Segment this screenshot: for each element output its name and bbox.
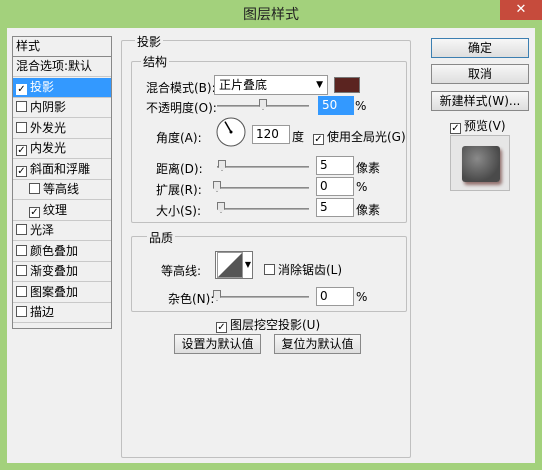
style-item[interactable]: ✓ 斜面和浮雕 — [13, 160, 111, 180]
preview-checkbox[interactable]: ✓ 预览(V) — [450, 117, 506, 134]
noise-unit: % — [356, 290, 368, 304]
style-item-checkbox[interactable]: ✓ — [29, 206, 40, 218]
global-light-check[interactable]: ✓ — [313, 134, 324, 145]
anti-alias-checkbox[interactable]: 消除锯齿(L) — [264, 261, 342, 278]
spread-unit: % — [356, 180, 368, 194]
ok-button[interactable]: 确定 — [431, 38, 529, 58]
opacity-unit: % — [355, 99, 367, 113]
style-list-header: 样式 — [13, 37, 111, 57]
angle-unit: 度 — [292, 130, 305, 144]
cancel-button[interactable]: 取消 — [431, 64, 529, 84]
noise-label: 杂色(N): — [168, 292, 215, 306]
distance-label: 距离(D): — [156, 162, 203, 176]
style-item-checkbox[interactable] — [29, 183, 40, 194]
angle-input[interactable]: 120 — [252, 125, 290, 144]
global-light-label: 使用全局光(G) — [327, 130, 406, 144]
style-item[interactable]: ✓ 纹理 — [13, 201, 111, 221]
style-item-checkbox[interactable]: ✓ — [16, 165, 27, 177]
knockout-label: 图层挖空投影(U) — [230, 318, 321, 332]
distance-input[interactable]: 5 — [316, 156, 354, 175]
style-item-checkbox[interactable] — [16, 121, 27, 133]
new-style-button[interactable]: 新建样式(W)... — [431, 91, 529, 111]
reset-default-button[interactable]: 复位为默认值 — [274, 334, 361, 354]
title-bar[interactable]: 图层样式 ✕ — [0, 0, 542, 26]
contour-preview-icon — [217, 252, 243, 278]
style-item-checkbox[interactable]: ✓ — [16, 145, 27, 156]
blend-mode-select[interactable]: 正片叠底 ▼ — [214, 75, 328, 95]
style-item-label: 内发光 — [30, 141, 67, 155]
style-item-label: 等高线 — [43, 182, 80, 196]
noise-input[interactable]: 0 — [316, 287, 354, 306]
size-slider[interactable] — [217, 208, 309, 210]
layer-style-dialog: 图层样式 ✕ 样式 混合选项:默认 ✓ 投影 内阴影 外发光 ✓ 内发光 ✓ 斜面和浮雕 等高线 ✓… — [0, 0, 542, 470]
opacity-input[interactable]: 50 — [318, 96, 354, 115]
style-item[interactable]: 光泽 — [13, 221, 111, 241]
style-item-label: 混合选项:默认 — [16, 59, 93, 73]
style-item-checkbox[interactable] — [16, 101, 27, 112]
blend-mode-label: 混合模式(B): — [146, 81, 216, 95]
spread-slider[interactable] — [217, 187, 309, 189]
close-button[interactable]: ✕ — [500, 0, 542, 20]
spread-label: 扩展(R): — [156, 183, 202, 197]
contour-picker[interactable]: ▼ — [215, 251, 253, 279]
style-item-checkbox[interactable] — [16, 265, 27, 276]
style-item[interactable]: 内阴影 — [13, 98, 111, 118]
style-item[interactable]: 外发光 — [13, 119, 111, 139]
style-item-label: 描边 — [30, 305, 55, 319]
size-input[interactable]: 5 — [316, 198, 354, 217]
style-item-label: 纹理 — [43, 202, 68, 217]
knockout-check[interactable]: ✓ — [216, 322, 227, 333]
window-title: 图层样式 — [243, 7, 299, 23]
anti-alias-check[interactable] — [264, 264, 275, 275]
preview-thumbnail — [450, 135, 510, 191]
chevron-down-icon: ▼ — [244, 260, 251, 269]
style-item[interactable]: 图案叠加 — [13, 283, 111, 303]
size-label: 大小(S): — [156, 204, 202, 218]
preview-label: 预览(V) — [464, 119, 506, 133]
style-item-label: 内阴影 — [30, 100, 67, 114]
style-item-checkbox[interactable] — [16, 244, 27, 256]
drop-shadow-title: 投影 — [135, 33, 164, 50]
style-item-checkbox[interactable]: ✓ — [16, 83, 27, 95]
style-item[interactable]: ✓ 内发光 — [13, 139, 111, 159]
opacity-label: 不透明度(O): — [146, 101, 217, 115]
shadow-color-swatch[interactable] — [334, 77, 360, 93]
distance-slider[interactable] — [217, 166, 309, 168]
style-item-label: 斜面和浮雕 — [30, 161, 91, 176]
style-item-label: 图案叠加 — [30, 284, 79, 299]
global-light-checkbox[interactable]: ✓ 使用全局光(G) — [313, 128, 406, 145]
style-item-label: 光泽 — [30, 223, 55, 237]
spread-input[interactable]: 0 — [316, 177, 354, 196]
style-item-checkbox[interactable] — [16, 224, 27, 235]
distance-unit: 像素 — [356, 161, 381, 175]
style-item[interactable]: 颜色叠加 — [13, 242, 111, 262]
style-item[interactable]: 混合选项:默认 — [13, 57, 111, 77]
angle-dial[interactable] — [215, 116, 247, 148]
style-item-label: 颜色叠加 — [30, 243, 79, 258]
angle-label: 角度(A): — [156, 131, 202, 145]
dialog-body: 样式 混合选项:默认 ✓ 投影 内阴影 外发光 ✓ 内发光 ✓ 斜面和浮雕 等高线 ✓ 纹理 光泽 颜色叠… — [7, 28, 535, 463]
preview-check[interactable]: ✓ — [450, 123, 461, 134]
chevron-down-icon: ▼ — [316, 80, 323, 90]
style-item[interactable]: 描边 — [13, 303, 111, 323]
style-item-label: 外发光 — [30, 120, 67, 135]
style-item-checkbox[interactable] — [16, 306, 27, 317]
style-item-label: 投影 — [30, 79, 55, 94]
make-default-button[interactable]: 设置为默认值 — [174, 334, 261, 354]
style-list: 样式 混合选项:默认 ✓ 投影 内阴影 外发光 ✓ 内发光 ✓ 斜面和浮雕 等高线 ✓ 纹理 光泽 颜色叠… — [12, 36, 112, 329]
noise-slider[interactable] — [217, 296, 309, 298]
contour-label: 等高线: — [161, 264, 202, 278]
quality-title: 品质 — [147, 229, 176, 246]
style-item[interactable]: ✓ 投影 — [13, 77, 111, 98]
style-item-checkbox[interactable] — [16, 285, 27, 297]
size-unit: 像素 — [356, 203, 381, 217]
structure-title: 结构 — [141, 53, 170, 70]
style-item-label: 渐变叠加 — [30, 264, 79, 278]
blend-mode-value: 正片叠底 — [219, 78, 268, 92]
preview-swatch — [462, 146, 500, 182]
style-item[interactable]: 等高线 — [13, 180, 111, 200]
knockout-checkbox[interactable]: ✓ 图层挖空投影(U) — [216, 316, 320, 333]
anti-alias-label: 消除锯齿(L) — [278, 263, 343, 277]
style-item[interactable]: 渐变叠加 — [13, 262, 111, 282]
